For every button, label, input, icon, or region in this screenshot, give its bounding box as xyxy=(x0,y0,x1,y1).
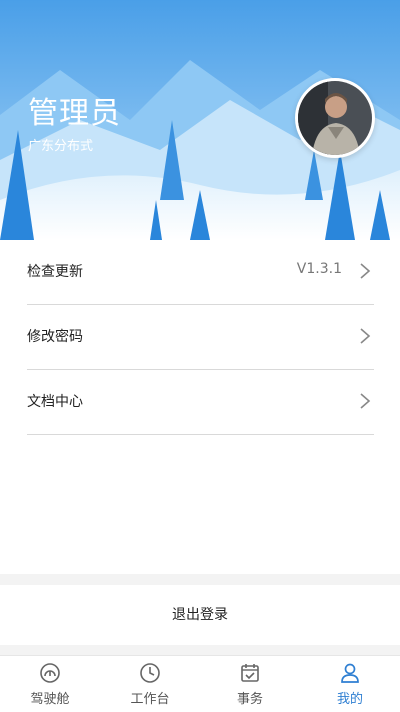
calendar-check-icon xyxy=(241,664,259,682)
user-organization: 广东分布式 xyxy=(28,139,94,154)
menu-item-document-center[interactable]: 文档中心 xyxy=(27,370,374,435)
tab-label: 驾驶舱 xyxy=(30,692,70,707)
version-value: V1.3.1 xyxy=(296,261,342,277)
profile-header: 管理员 广东分布式 xyxy=(0,0,400,240)
tab-dashboard[interactable]: 驾驶舱 xyxy=(0,656,100,712)
menu-item-label: 文档中心 xyxy=(27,394,83,410)
menu-item-change-password[interactable]: 修改密码 xyxy=(27,305,374,370)
user-icon xyxy=(341,663,359,683)
dashboard-icon xyxy=(40,663,60,683)
chevron-right-icon xyxy=(360,328,371,344)
clock-icon xyxy=(140,663,160,683)
avatar[interactable] xyxy=(295,78,375,158)
logout-button[interactable]: 退出登录 xyxy=(0,585,400,645)
menu-item-label: 检查更新 xyxy=(27,264,83,280)
tab-label: 事务 xyxy=(236,692,263,707)
user-name: 管理员 xyxy=(28,96,121,131)
settings-menu: 检查更新 V1.3.1 修改密码 文档中心 xyxy=(0,240,400,574)
tab-mine[interactable]: 我的 xyxy=(300,656,400,712)
tab-affairs[interactable]: 事务 xyxy=(200,656,300,712)
menu-item-check-update[interactable]: 检查更新 V1.3.1 xyxy=(27,240,374,305)
avatar-photo xyxy=(298,81,372,155)
tab-label: 我的 xyxy=(336,692,363,707)
bottom-tab-bar: 驾驶舱 工作台 事务 我的 xyxy=(0,655,400,712)
chevron-right-icon xyxy=(360,263,371,279)
chevron-right-icon xyxy=(360,393,371,409)
tab-label: 工作台 xyxy=(130,692,170,707)
menu-item-label: 修改密码 xyxy=(27,329,83,345)
tab-workbench[interactable]: 工作台 xyxy=(100,656,200,712)
